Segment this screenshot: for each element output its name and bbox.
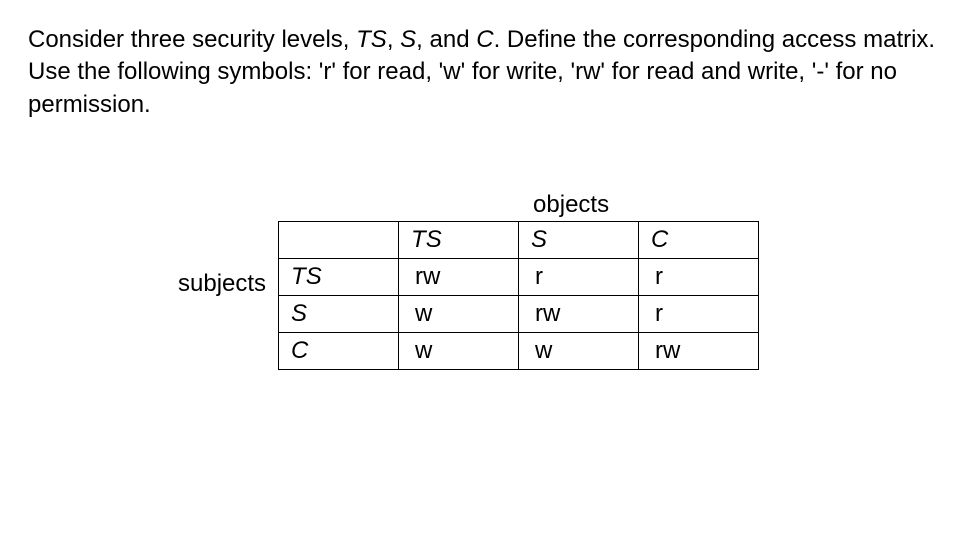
prompt-text-4: , and [416, 26, 476, 53]
col-header-s: S [519, 222, 639, 259]
cell-ts-c: r [639, 259, 759, 296]
prompt-italic-s: S [400, 26, 416, 53]
cell-s-ts: w [399, 296, 519, 333]
col-header-c: C [639, 222, 759, 259]
cell-c-ts: w [399, 333, 519, 370]
access-matrix-area: subjects objects TS S C TS rw r r S w [178, 191, 938, 370]
cell-ts-ts: rw [399, 259, 519, 296]
objects-axis-label: objects [533, 191, 759, 219]
question-prompt: Consider three security levels, TS, S, a… [28, 24, 938, 121]
col-header-ts: TS [399, 222, 519, 259]
prompt-text-2: , [387, 26, 400, 53]
row-header-c: C [279, 333, 399, 370]
access-matrix-table: TS S C TS rw r r S w rw r C [278, 221, 759, 370]
cell-s-s: rw [519, 296, 639, 333]
prompt-italic-ts: TS [356, 26, 387, 53]
prompt-italic-c: C [476, 26, 493, 53]
cell-ts-s: r [519, 259, 639, 296]
cell-s-c: r [639, 296, 759, 333]
row-header-ts: TS [279, 259, 399, 296]
table-corner-cell [279, 222, 399, 259]
row-header-s: S [279, 296, 399, 333]
cell-c-c: rw [639, 333, 759, 370]
cell-c-s: w [519, 333, 639, 370]
subjects-axis-label: subjects [178, 270, 266, 298]
prompt-text-0: Consider three security levels, [28, 26, 356, 53]
